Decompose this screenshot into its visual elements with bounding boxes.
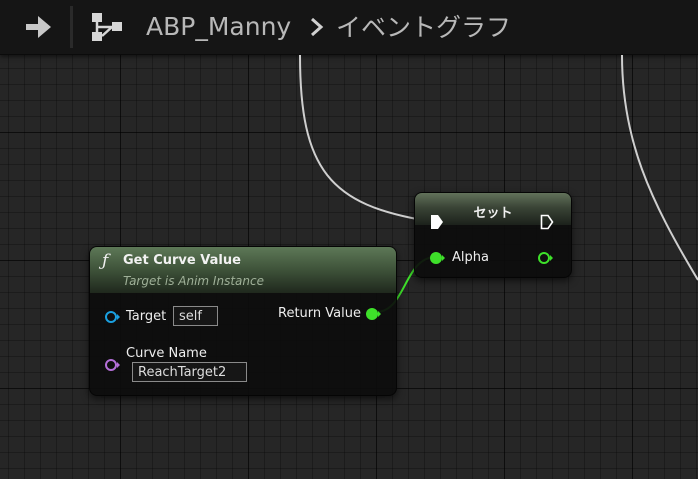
function-node-header: ƒ Get Curve Value Target is Anim Instanc… — [90, 247, 396, 293]
curve-name-label: Curve Name — [126, 346, 207, 361]
exec-wire-out — [621, 54, 698, 281]
float-pin-icon[interactable] — [537, 251, 553, 265]
function-icon: ƒ — [102, 251, 109, 271]
set-variable-node[interactable]: セット Alpha — [414, 192, 572, 278]
return-value-label: Return Value — [278, 306, 361, 321]
graph-hierarchy-icon — [92, 13, 122, 41]
exec-wire — [299, 54, 429, 222]
get-curve-value-node[interactable]: ƒ Get Curve Value Target is Anim Instanc… — [89, 246, 397, 396]
exec-pin-icon[interactable] — [430, 214, 444, 230]
function-node-subtitle: Target is Anim Instance — [123, 274, 264, 288]
float-pin-icon[interactable] — [429, 251, 445, 265]
arrow-right-icon[interactable] — [22, 13, 56, 41]
breadcrumb-asset-name[interactable]: ABP_Manny — [146, 12, 291, 41]
object-pin-icon[interactable] — [104, 310, 120, 324]
toolbar-divider — [70, 6, 73, 48]
alpha-pin-label: Alpha — [452, 250, 489, 265]
function-node-title: Get Curve Value — [123, 253, 241, 268]
name-pin-icon[interactable] — [104, 358, 120, 372]
curve-name-field[interactable]: ReachTarget2 — [132, 362, 247, 382]
float-pin-icon[interactable] — [365, 307, 381, 321]
breadcrumb-graph-name[interactable]: イベントグラフ — [336, 8, 511, 44]
node-wires — [299, 54, 698, 313]
target-field[interactable]: self — [173, 306, 218, 326]
chevron-right-icon — [311, 17, 324, 37]
target-pin-label: Target — [126, 309, 167, 324]
graph-editor-toolbar: ABP_Manny イベントグラフ — [0, 0, 698, 55]
exec-pin-icon[interactable] — [540, 214, 554, 230]
